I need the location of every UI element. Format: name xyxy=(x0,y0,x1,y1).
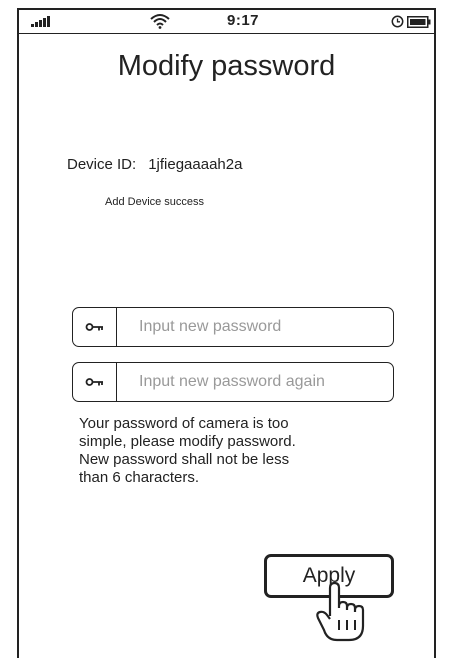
hint-line: Your password of camera is too xyxy=(79,415,289,432)
confirm-password-input[interactable] xyxy=(137,372,391,392)
device-id-value: 1jfiegaaaah2a xyxy=(148,156,243,173)
hint-line: simple, please modify password. xyxy=(79,433,296,450)
hint-line: New password shall not be less xyxy=(79,451,290,468)
status-time: 9:17 xyxy=(227,12,260,29)
key-icon xyxy=(85,378,103,386)
confirm-password-field[interactable] xyxy=(72,362,394,402)
page-title: Modify password xyxy=(117,50,336,82)
status-bar: 9:17 xyxy=(19,10,434,34)
key-icon-cell xyxy=(73,308,117,346)
key-icon xyxy=(85,323,103,331)
success-message: Add Device success xyxy=(105,196,205,208)
battery-icon xyxy=(407,16,431,28)
password-hint: Your password of camera is too simple, p… xyxy=(79,415,379,487)
hint-line: than 6 characters. xyxy=(79,469,200,486)
new-password-field[interactable] xyxy=(72,307,394,347)
phone-screen: 9:17 Modify password Device ID: 1jfiegaaa… xyxy=(17,8,436,658)
hand-pointer-icon xyxy=(316,582,365,642)
alarm-icon xyxy=(391,15,404,28)
device-id-row: Device ID: 1jfiegaaaah2a xyxy=(67,156,242,173)
new-password-input[interactable] xyxy=(137,317,391,337)
signal-icon xyxy=(31,16,50,27)
device-id-label: Device ID: xyxy=(67,156,137,173)
key-icon-cell xyxy=(73,363,117,401)
wifi-icon xyxy=(150,14,170,29)
